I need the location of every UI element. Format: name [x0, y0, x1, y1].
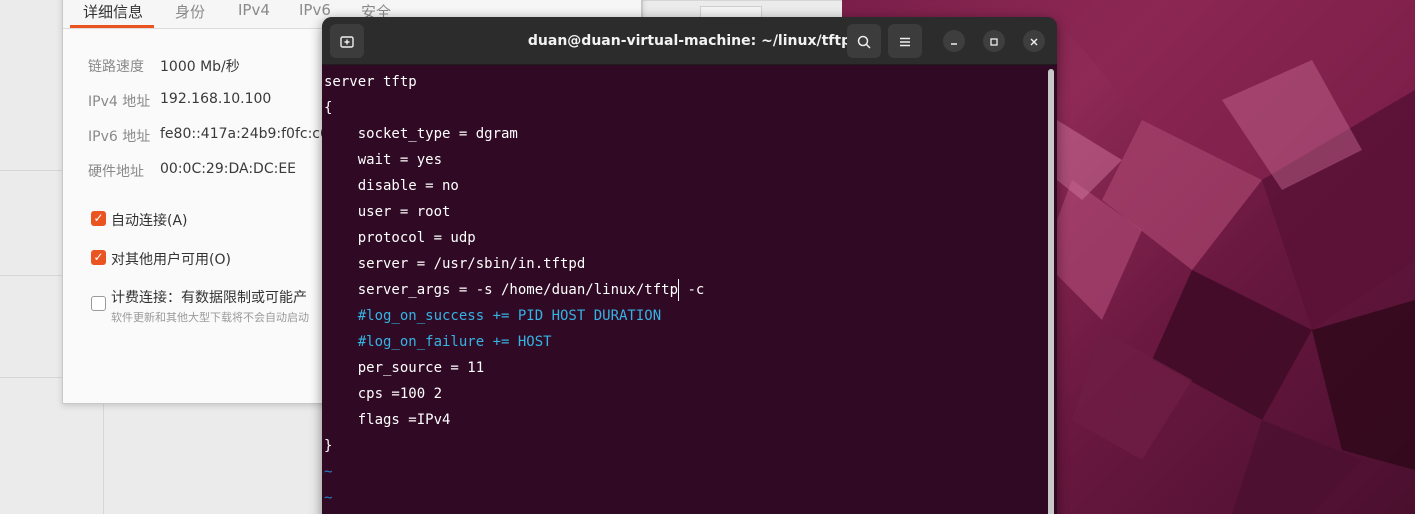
terminal-line-text: user = root [324, 204, 451, 220]
auto-connect-checkbox[interactable]: ✓ [91, 211, 106, 226]
terminal-line-text: ~ [324, 464, 333, 480]
terminal-line: { [324, 95, 332, 121]
maximize-icon [990, 37, 998, 46]
new-tab-button[interactable] [330, 24, 364, 58]
menu-button[interactable] [888, 24, 922, 58]
close-button[interactable] [1023, 30, 1045, 52]
hardware-address-value: 00:0C:29:DA:DC:EE [160, 161, 297, 177]
terminal-line-text: server tftp [324, 74, 417, 90]
terminal-line: socket_type = dgram [324, 121, 518, 147]
terminal-line: server tftp [324, 69, 417, 95]
terminal-line-text: server_args = -s /home/duan/linux/tftp [324, 282, 679, 298]
active-tab-indicator [70, 25, 154, 28]
link-speed-value: 1000 Mb/秒 [160, 59, 240, 75]
terminal-line: user = root [324, 199, 451, 225]
terminal-line-text: disable = no [324, 178, 459, 194]
tab-ipv4[interactable]: IPv4 [238, 1, 270, 19]
terminal-line-text: } [324, 438, 333, 454]
terminal-line-text: #log_on_success += PID HOST DURATION [324, 308, 662, 324]
close-icon [1030, 38, 1038, 45]
hamburger-menu-icon [900, 37, 910, 46]
tab-details[interactable]: 详细信息 [83, 1, 143, 22]
terminal-line: flags =IPv4 [324, 407, 451, 433]
terminal-line-text: #log_on_failure += HOST [324, 334, 552, 350]
ipv4-address-label: IPv4 地址 [88, 94, 151, 110]
terminal-line: } [324, 433, 332, 459]
metered-connection-checkbox[interactable] [91, 296, 106, 311]
minimize-button[interactable] [943, 30, 965, 52]
maximize-button[interactable] [983, 30, 1005, 52]
divider [0, 170, 62, 171]
terminal-line: protocol = udp [324, 225, 476, 251]
search-button[interactable] [847, 24, 881, 58]
ipv6-address-label: IPv6 地址 [88, 129, 151, 145]
auto-connect-label: 自动连接(A) [111, 213, 188, 229]
search-icon [857, 35, 871, 49]
ipv4-address-value: 192.168.10.100 [160, 91, 272, 107]
terminal-line-text: per_source = 11 [324, 360, 485, 376]
terminal-line: #log_on_success += PID HOST DURATION [324, 303, 661, 329]
divider [0, 377, 62, 378]
terminal-scrollbar[interactable] [1048, 69, 1054, 514]
link-speed-label: 链路速度 [88, 59, 144, 75]
terminal-line: cps =100 2 [324, 381, 442, 407]
terminal-line: server_args = -s /home/duan/linux/tftp -… [324, 277, 704, 303]
terminal-line-text: server = /usr/sbin/in.tftpd [324, 256, 586, 272]
terminal-line: #log_on_failure += HOST [324, 329, 552, 355]
new-tab-icon [340, 35, 354, 48]
terminal-line: server = /usr/sbin/in.tftpd [324, 251, 586, 277]
terminal-line-text: protocol = udp [324, 230, 476, 246]
terminal-line-text: ~ [324, 490, 333, 506]
hardware-address-label: 硬件地址 [88, 164, 144, 180]
divider [642, 0, 842, 1]
terminal-line: per_source = 11 [324, 355, 484, 381]
divider [103, 400, 104, 514]
terminal-window: duan@duan-virtual-machine: ~/linux/tftp [322, 17, 1057, 514]
terminal-line-text: wait = yes [324, 152, 443, 168]
terminal-line-text: { [324, 100, 333, 116]
terminal-line: disable = no [324, 173, 459, 199]
metered-connection-label: 计费连接：有数据限制或可能产 [111, 290, 307, 306]
metered-connection-description: 软件更新和其他大型下载将不会自动启动 [111, 311, 309, 324]
terminal-line-text: flags =IPv4 [324, 412, 451, 428]
all-users-label: 对其他用户可用(O) [111, 252, 231, 268]
terminal-line: wait = yes [324, 147, 442, 173]
minimize-icon [951, 42, 957, 45]
terminal-headerbar: duan@duan-virtual-machine: ~/linux/tftp [322, 17, 1057, 65]
ipv6-address-value: fe80::417a:24b9:f0fc:c6c [160, 126, 337, 142]
terminal-line-text: cps =100 2 [324, 386, 443, 402]
empty-line-marker: ~ [324, 459, 332, 485]
divider [0, 275, 62, 276]
all-users-checkbox[interactable]: ✓ [91, 250, 106, 265]
terminal-content[interactable]: server tftp { socket_type = dgram wait = … [322, 69, 1048, 514]
terminal-line-text: socket_type = dgram [324, 126, 518, 142]
empty-line-marker: ~ [324, 485, 332, 511]
terminal-line-text-after-cursor: -c [679, 282, 705, 298]
tab-identity[interactable]: 身份 [175, 1, 205, 22]
